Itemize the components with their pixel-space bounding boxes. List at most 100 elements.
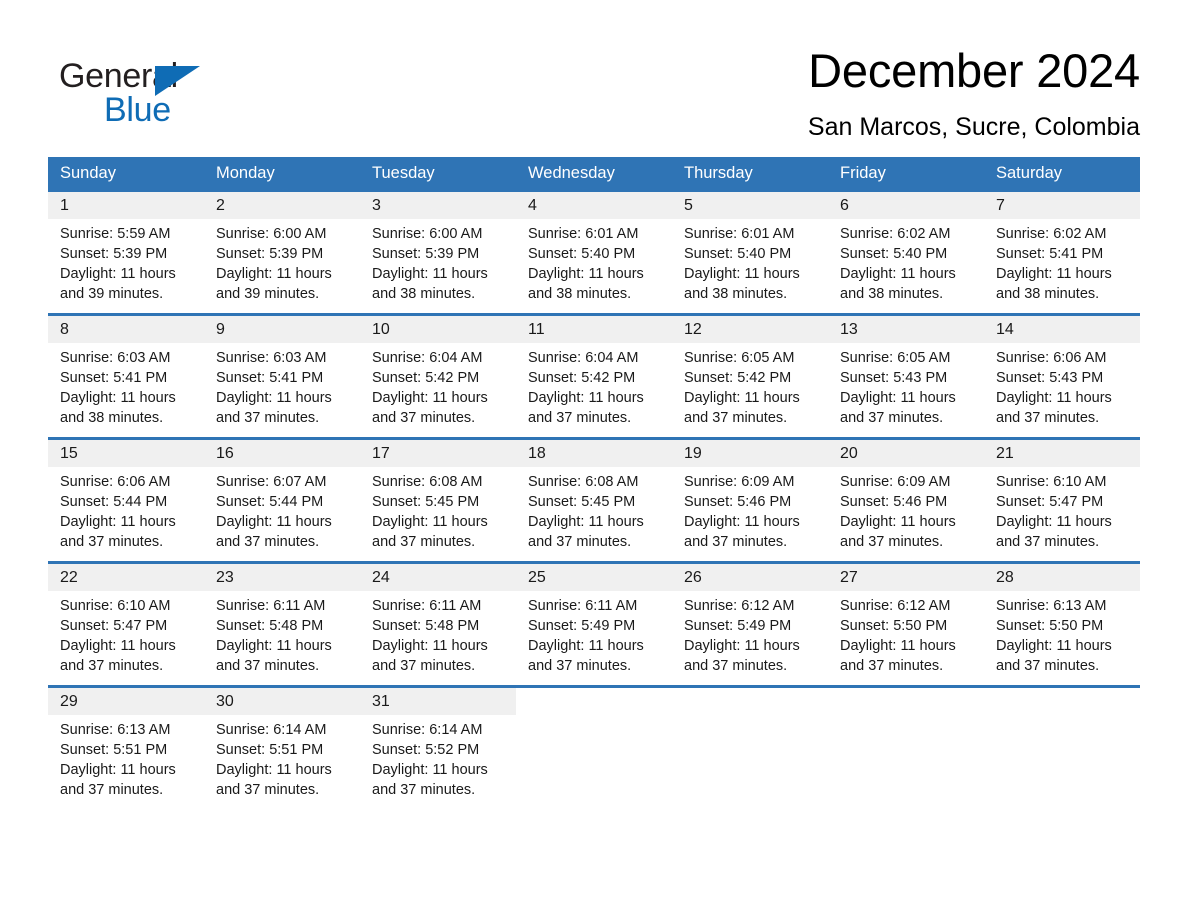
day-number[interactable]: 30 xyxy=(204,688,360,715)
day-cell[interactable]: Sunrise: 6:05 AM Sunset: 5:42 PM Dayligh… xyxy=(672,343,828,437)
day-number[interactable]: 1 xyxy=(48,192,204,219)
day-cell[interactable]: Sunrise: 6:02 AM Sunset: 5:40 PM Dayligh… xyxy=(828,219,984,313)
day-cell[interactable]: Sunrise: 6:01 AM Sunset: 5:40 PM Dayligh… xyxy=(516,219,672,313)
daylight-text-line1: Daylight: 11 hours xyxy=(996,266,1112,282)
sunset-text: Sunset: 5:51 PM xyxy=(216,742,324,758)
day-number[interactable]: 24 xyxy=(360,564,516,591)
sunrise-text: Sunrise: 6:11 AM xyxy=(528,598,638,614)
daylight-text-line2: and 39 minutes. xyxy=(60,286,164,302)
day-cell[interactable]: Sunrise: 6:00 AM Sunset: 5:39 PM Dayligh… xyxy=(204,219,360,313)
day-number[interactable]: 22 xyxy=(48,564,204,591)
day-number[interactable]: 4 xyxy=(516,192,672,219)
day-cell-empty xyxy=(828,715,984,809)
sunset-text: Sunset: 5:40 PM xyxy=(528,246,636,262)
day-cell[interactable]: Sunrise: 6:07 AM Sunset: 5:44 PM Dayligh… xyxy=(204,467,360,561)
day-cell[interactable]: Sunrise: 6:09 AM Sunset: 5:46 PM Dayligh… xyxy=(828,467,984,561)
day-number[interactable]: 12 xyxy=(672,316,828,343)
day-number[interactable]: 29 xyxy=(48,688,204,715)
day-number[interactable]: 17 xyxy=(360,440,516,467)
day-number[interactable]: 14 xyxy=(984,316,1140,343)
day-cell[interactable]: Sunrise: 6:01 AM Sunset: 5:40 PM Dayligh… xyxy=(672,219,828,313)
weekday-header-saturday: Saturday xyxy=(996,164,1063,182)
day-number[interactable]: 8 xyxy=(48,316,204,343)
day-number[interactable]: 7 xyxy=(984,192,1140,219)
sunset-text: Sunset: 5:41 PM xyxy=(996,246,1104,262)
day-cell[interactable]: Sunrise: 6:11 AM Sunset: 5:49 PM Dayligh… xyxy=(516,591,672,685)
day-cell[interactable]: Sunrise: 5:59 AM Sunset: 5:39 PM Dayligh… xyxy=(48,219,204,313)
day-number[interactable]: 11 xyxy=(516,316,672,343)
day-number[interactable]: 9 xyxy=(204,316,360,343)
day-cell[interactable]: Sunrise: 6:03 AM Sunset: 5:41 PM Dayligh… xyxy=(204,343,360,437)
daylight-text-line2: and 38 minutes. xyxy=(996,286,1100,302)
day-cell[interactable]: Sunrise: 6:04 AM Sunset: 5:42 PM Dayligh… xyxy=(360,343,516,437)
day-cell[interactable]: Sunrise: 6:06 AM Sunset: 5:43 PM Dayligh… xyxy=(984,343,1140,437)
day-cell[interactable]: Sunrise: 6:14 AM Sunset: 5:51 PM Dayligh… xyxy=(204,715,360,809)
calendar-week-row: 1 2 3 4 5 6 7 Sunrise: 5:59 AM Sunset: 5… xyxy=(48,189,1140,313)
day-cell[interactable]: Sunrise: 6:10 AM Sunset: 5:47 PM Dayligh… xyxy=(984,467,1140,561)
day-number[interactable]: 27 xyxy=(828,564,984,591)
day-number[interactable]: 25 xyxy=(516,564,672,591)
day-number[interactable]: 31 xyxy=(360,688,516,715)
sunset-text: Sunset: 5:50 PM xyxy=(840,618,948,634)
day-number[interactable]: 19 xyxy=(672,440,828,467)
daylight-text-line1: Daylight: 11 hours xyxy=(60,266,176,282)
sunrise-text: Sunrise: 6:09 AM xyxy=(840,474,951,490)
day-cell[interactable]: Sunrise: 6:05 AM Sunset: 5:43 PM Dayligh… xyxy=(828,343,984,437)
daylight-text-line1: Daylight: 11 hours xyxy=(840,390,956,406)
day-number[interactable]: 28 xyxy=(984,564,1140,591)
day-number[interactable]: 26 xyxy=(672,564,828,591)
day-number[interactable]: 6 xyxy=(828,192,984,219)
sunrise-text: Sunrise: 6:01 AM xyxy=(528,226,639,242)
day-number-band: 22 23 24 25 26 27 28 xyxy=(48,564,1140,591)
day-cell[interactable]: Sunrise: 6:06 AM Sunset: 5:44 PM Dayligh… xyxy=(48,467,204,561)
sunset-text: Sunset: 5:49 PM xyxy=(684,618,792,634)
day-number[interactable]: 18 xyxy=(516,440,672,467)
day-number[interactable]: 15 xyxy=(48,440,204,467)
weekday-header-row: Sunday Monday Tuesday Wednesday Thursday… xyxy=(48,157,1140,189)
sunrise-text: Sunrise: 6:10 AM xyxy=(60,598,171,614)
daylight-text-line1: Daylight: 11 hours xyxy=(840,266,956,282)
daylight-text-line1: Daylight: 11 hours xyxy=(216,762,332,778)
day-number[interactable]: 21 xyxy=(984,440,1140,467)
daylight-text-line2: and 37 minutes. xyxy=(684,534,788,550)
day-number[interactable]: 3 xyxy=(360,192,516,219)
daylight-text-line1: Daylight: 11 hours xyxy=(60,514,176,530)
day-cell[interactable]: Sunrise: 6:04 AM Sunset: 5:42 PM Dayligh… xyxy=(516,343,672,437)
day-cell[interactable]: Sunrise: 6:14 AM Sunset: 5:52 PM Dayligh… xyxy=(360,715,516,809)
general-blue-logo[interactable]: General Blue xyxy=(59,56,319,140)
day-number[interactable]: 16 xyxy=(204,440,360,467)
day-cell[interactable]: Sunrise: 6:08 AM Sunset: 5:45 PM Dayligh… xyxy=(516,467,672,561)
day-cell[interactable]: Sunrise: 6:11 AM Sunset: 5:48 PM Dayligh… xyxy=(204,591,360,685)
sunrise-text: Sunrise: 6:04 AM xyxy=(528,350,639,366)
day-cell[interactable]: Sunrise: 6:10 AM Sunset: 5:47 PM Dayligh… xyxy=(48,591,204,685)
day-cell[interactable]: Sunrise: 6:13 AM Sunset: 5:51 PM Dayligh… xyxy=(48,715,204,809)
daylight-text-line2: and 37 minutes. xyxy=(216,534,320,550)
day-number[interactable]: 5 xyxy=(672,192,828,219)
sunset-text: Sunset: 5:40 PM xyxy=(684,246,792,262)
day-detail-row: Sunrise: 6:13 AM Sunset: 5:51 PM Dayligh… xyxy=(48,715,1140,809)
daylight-text-line1: Daylight: 11 hours xyxy=(216,514,332,530)
day-cell[interactable]: Sunrise: 6:00 AM Sunset: 5:39 PM Dayligh… xyxy=(360,219,516,313)
daylight-text-line2: and 37 minutes. xyxy=(216,782,320,798)
day-cell[interactable]: Sunrise: 6:03 AM Sunset: 5:41 PM Dayligh… xyxy=(48,343,204,437)
day-detail-row: Sunrise: 6:03 AM Sunset: 5:41 PM Dayligh… xyxy=(48,343,1140,437)
day-number[interactable]: 23 xyxy=(204,564,360,591)
day-cell[interactable]: Sunrise: 6:12 AM Sunset: 5:49 PM Dayligh… xyxy=(672,591,828,685)
day-cell[interactable]: Sunrise: 6:09 AM Sunset: 5:46 PM Dayligh… xyxy=(672,467,828,561)
day-number-band: 29 30 31 xyxy=(48,688,1140,715)
calendar-week-row: 8 9 10 11 12 13 14 Sunrise: 6:03 AM Suns… xyxy=(48,313,1140,437)
day-detail-row: Sunrise: 5:59 AM Sunset: 5:39 PM Dayligh… xyxy=(48,219,1140,313)
day-number[interactable]: 20 xyxy=(828,440,984,467)
sunset-text: Sunset: 5:42 PM xyxy=(528,370,636,386)
day-cell[interactable]: Sunrise: 6:11 AM Sunset: 5:48 PM Dayligh… xyxy=(360,591,516,685)
day-number[interactable]: 2 xyxy=(204,192,360,219)
day-cell[interactable]: Sunrise: 6:12 AM Sunset: 5:50 PM Dayligh… xyxy=(828,591,984,685)
day-cell[interactable]: Sunrise: 6:13 AM Sunset: 5:50 PM Dayligh… xyxy=(984,591,1140,685)
day-cell[interactable]: Sunrise: 6:02 AM Sunset: 5:41 PM Dayligh… xyxy=(984,219,1140,313)
sunrise-text: Sunrise: 6:12 AM xyxy=(840,598,951,614)
daylight-text-line2: and 39 minutes. xyxy=(216,286,320,302)
day-number[interactable]: 10 xyxy=(360,316,516,343)
daylight-text-line2: and 37 minutes. xyxy=(528,410,632,426)
day-number[interactable]: 13 xyxy=(828,316,984,343)
day-cell[interactable]: Sunrise: 6:08 AM Sunset: 5:45 PM Dayligh… xyxy=(360,467,516,561)
